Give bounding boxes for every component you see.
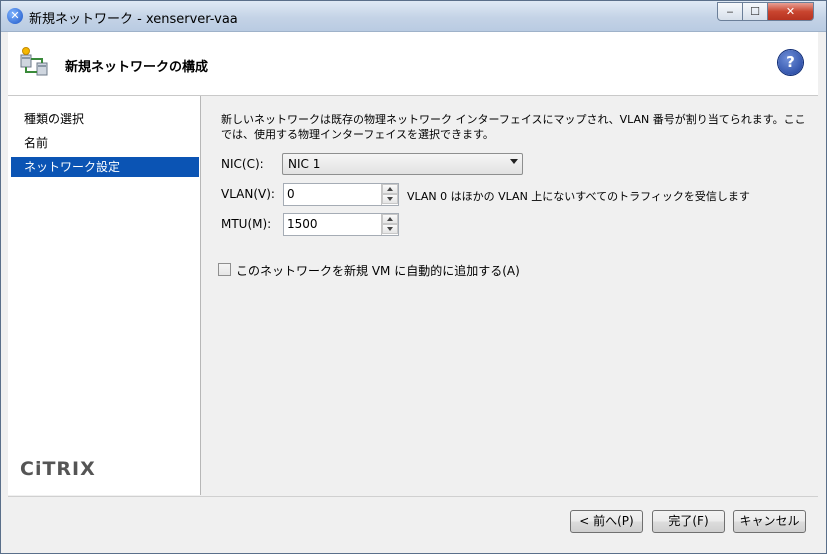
wizard-steps-sidebar: 種類の選択 名前 ネットワーク設定 CiTRIX	[8, 96, 201, 495]
vlan-hint: VLAN 0 はほかの VLAN 上にないすべてのトラフィックを受信します	[407, 190, 750, 203]
window-title: 新規ネットワーク - xenserver-vaa	[29, 12, 238, 27]
minimize-button[interactable]: ‒	[717, 2, 743, 21]
help-icon[interactable]: ?	[778, 50, 803, 75]
step-select-type[interactable]: 種類の選択	[11, 109, 199, 129]
step-network-settings[interactable]: ネットワーク設定	[11, 157, 199, 177]
arrow-up-icon	[387, 187, 393, 191]
nic-label: NIC(C):	[221, 157, 264, 171]
vlan-spin-buttons	[381, 184, 398, 205]
dropdown-arrow-icon	[510, 159, 518, 164]
vlan-value: 0	[287, 187, 295, 201]
maximize-button[interactable]: ☐	[742, 2, 768, 21]
wizard-window: ✕ 新規ネットワーク - xenserver-vaa ‒ ☐ ✕ 新規ネットワー…	[0, 0, 827, 554]
wizard-header: 新規ネットワークの構成 ?	[8, 32, 818, 96]
auto-add-label[interactable]: このネットワークを新規 VM に自動的に追加する(A)	[236, 262, 520, 279]
mtu-value: 1500	[287, 217, 318, 231]
step-name[interactable]: 名前	[11, 133, 199, 153]
cancel-button[interactable]: キャンセル	[733, 510, 806, 533]
xen-app-icon: ✕	[7, 8, 23, 24]
vlan-decrement-button[interactable]	[382, 194, 398, 204]
vlan-increment-button[interactable]	[382, 184, 398, 194]
footer-divider	[8, 496, 818, 497]
vlan-spinner[interactable]: 0	[283, 183, 399, 206]
arrow-down-icon	[387, 227, 393, 231]
network-servers-icon	[20, 47, 48, 76]
mtu-increment-button[interactable]	[382, 214, 398, 224]
close-button[interactable]: ✕	[767, 2, 814, 21]
auto-add-checkbox[interactable]	[218, 263, 231, 276]
mtu-label: MTU(M):	[221, 217, 272, 231]
description-text: 新しいネットワークは既存の物理ネットワーク インターフェイスにマップされ、VLA…	[221, 113, 806, 141]
title-bar[interactable]: ✕ 新規ネットワーク - xenserver-vaa ‒ ☐ ✕	[1, 1, 826, 32]
mtu-decrement-button[interactable]	[382, 224, 398, 234]
arrow-up-icon	[387, 217, 393, 221]
vlan-label: VLAN(V):	[221, 187, 275, 201]
mtu-spinner[interactable]: 1500	[283, 213, 399, 236]
nic-dropdown[interactable]: NIC 1	[282, 153, 523, 175]
network-settings-panel: 新しいネットワークは既存の物理ネットワーク インターフェイスにマップされ、VLA…	[201, 96, 818, 495]
mtu-spin-buttons	[381, 214, 398, 235]
back-button[interactable]: < 前へ(P)	[570, 510, 643, 533]
page-title: 新規ネットワークの構成	[65, 60, 209, 75]
finish-button[interactable]: 完了(F)	[652, 510, 725, 533]
nic-selected-value: NIC 1	[288, 157, 321, 171]
arrow-down-icon	[387, 197, 393, 201]
citrix-logo: CiTRIX	[20, 458, 96, 480]
